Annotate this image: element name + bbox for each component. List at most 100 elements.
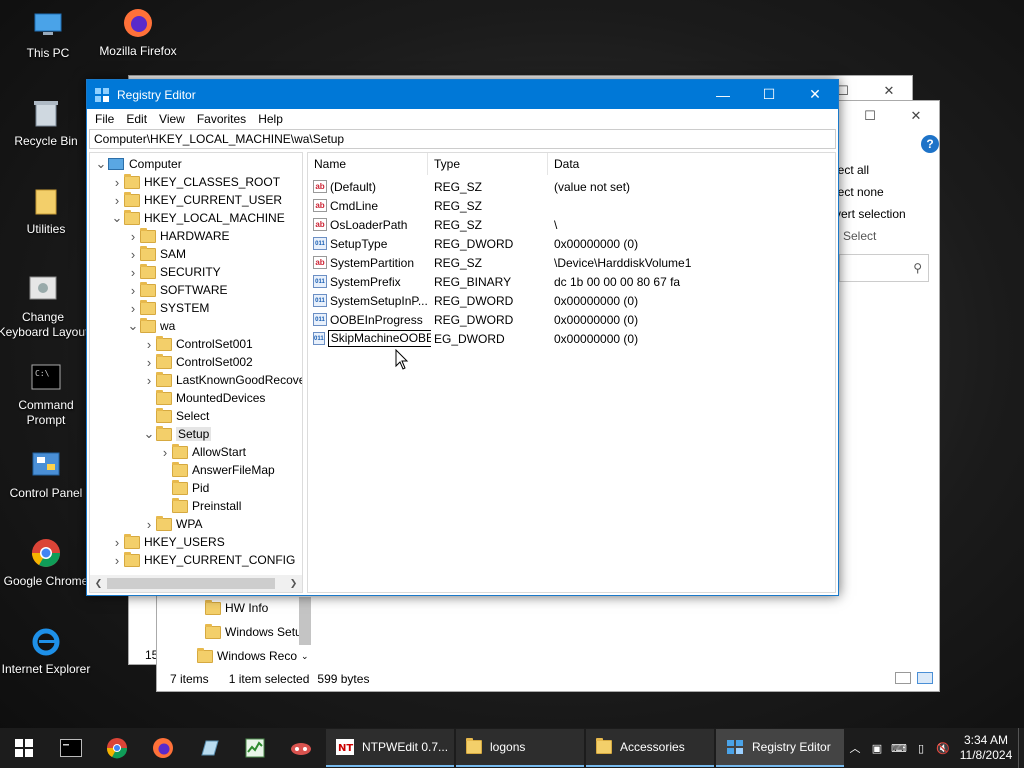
taskbar-notepad[interactable]	[186, 728, 232, 768]
search-box[interactable]: ⚲	[839, 254, 929, 282]
desktop-icon-firefox[interactable]: Mozilla Firefox	[90, 6, 186, 59]
chevron-right-icon[interactable]: ›	[126, 265, 140, 280]
scroll-track[interactable]	[107, 578, 285, 589]
chevron-down-icon[interactable]: ⌄	[142, 426, 156, 442]
tree-node[interactable]: Select	[142, 407, 209, 425]
chevron-right-icon[interactable]: ›	[142, 355, 156, 370]
menu-help[interactable]: Help	[252, 112, 289, 126]
clock[interactable]: 3:34 AM 11/8/2024	[954, 733, 1018, 763]
tree-node[interactable]: › WPA	[142, 515, 202, 533]
tree-node[interactable]: › HKEY_USERS	[110, 533, 225, 551]
desktop-icon-utilities[interactable]: Utilities	[0, 184, 94, 237]
chevron-right-icon[interactable]: ›	[110, 193, 124, 208]
chevron-right-icon[interactable]: ›	[142, 337, 156, 352]
tree-node[interactable]: › HKEY_CURRENT_USER	[110, 191, 282, 209]
taskbar-task-accessories[interactable]: Accessories	[586, 729, 714, 767]
chevron-right-icon[interactable]: ›	[110, 553, 124, 568]
maximize-button[interactable]: ☐	[746, 80, 792, 109]
tree-node[interactable]: › SAM	[126, 245, 186, 263]
taskbar-command-prompt[interactable]	[48, 728, 94, 768]
usb-icon[interactable]: ▯	[912, 742, 930, 755]
title-bar[interactable]: Registry Editor — ☐ ✕	[87, 80, 838, 109]
close-button[interactable]: ✕	[792, 80, 838, 109]
chevron-right-icon[interactable]: ›	[142, 373, 156, 388]
close-icon[interactable]: ✕	[893, 101, 939, 131]
address-bar[interactable]: Computer\HKEY_LOCAL_MACHINE\wa\Setup	[89, 129, 836, 149]
tree-node[interactable]: › HKEY_CURRENT_CONFIG	[110, 551, 295, 569]
chevron-down-icon[interactable]: ⌄	[126, 318, 140, 334]
taskbar-snipping-tool[interactable]	[278, 728, 324, 768]
tree-node[interactable]: ⌄ HKEY_LOCAL_MACHINE	[110, 209, 285, 227]
tree-node[interactable]: ⌄ Computer	[94, 155, 182, 173]
tree-node[interactable]: › AllowStart	[158, 443, 246, 461]
keyboard-icon[interactable]: ⌨	[890, 742, 908, 755]
invert-selection-button[interactable]: vert selection	[835, 203, 906, 225]
taskbar-firefox[interactable]	[140, 728, 186, 768]
chevron-right-icon[interactable]: ›	[126, 229, 140, 244]
desktop-icon-internet-explorer[interactable]: Internet Explorer	[0, 624, 94, 677]
show-desktop-button[interactable]	[1018, 728, 1024, 768]
value-row[interactable]: 011 SetupType REG_DWORD 0x00000000 (0)	[308, 234, 835, 253]
chevron-right-icon[interactable]: ›	[110, 175, 124, 190]
select-all-button[interactable]: lect all	[835, 159, 906, 181]
desktop-icon-google-chrome[interactable]: Google Chrome	[0, 536, 94, 589]
large-icons-view-icon[interactable]	[917, 672, 933, 684]
desktop-icon-command-prompt[interactable]: C:\ Command Prompt	[0, 360, 94, 428]
tree-node[interactable]: ⌄ wa	[126, 317, 175, 335]
nav-scrollbar[interactable]	[299, 597, 311, 645]
desktop-icon-control-panel[interactable]: Control Panel	[0, 448, 94, 501]
taskbar-task-logons[interactable]: logons	[456, 729, 584, 767]
minimize-button[interactable]: —	[700, 80, 746, 109]
chevron-right-icon[interactable]: ›	[110, 535, 124, 550]
tree-node[interactable]: › ControlSet002	[142, 353, 253, 371]
key-tree[interactable]: ⌄ Computer › HKEY_CLASSES_ROOT › HKEY_CURRENT…	[89, 152, 303, 593]
value-row[interactable]: ab SystemPartition REG_SZ \Device\HarddiskV…	[308, 253, 835, 272]
desktop-icon-this-pc[interactable]: This PC	[0, 8, 96, 61]
show-hidden-icons-icon[interactable]: ︿	[846, 740, 864, 756]
nav-item[interactable]: HW Info	[205, 599, 268, 615]
chevron-right-icon[interactable]: ›	[158, 445, 172, 460]
value-row[interactable]: ab CmdLine REG_SZ	[308, 196, 835, 215]
nav-item[interactable]: Windows Reco ⌄	[197, 647, 309, 663]
scroll-thumb[interactable]	[107, 578, 275, 589]
desktop-icon-change-keyboard-layout[interactable]: Change Keyboard Layout	[0, 272, 90, 340]
tree-node[interactable]: › LastKnownGoodRecove	[142, 371, 302, 389]
column-header-data[interactable]: Data	[548, 153, 748, 175]
maximize-icon[interactable]: ☐	[847, 101, 893, 131]
column-header-type[interactable]: Type	[428, 153, 548, 175]
scroll-left-icon[interactable]: ❮	[90, 578, 107, 589]
chevron-down-icon[interactable]: ⌄	[94, 156, 108, 172]
chevron-right-icon[interactable]: ›	[126, 247, 140, 262]
chevron-right-icon[interactable]: ›	[126, 283, 140, 298]
chevron-down-icon[interactable]: ⌄	[110, 210, 124, 226]
value-row[interactable]: 011 OOBEInProgress REG_DWORD 0x00000000 (0)	[308, 310, 835, 329]
display-icon[interactable]: ▣	[868, 742, 886, 755]
tree-horizontal-scrollbar[interactable]: ❮ ❯	[90, 575, 302, 592]
taskbar-task-registry-editor[interactable]: Registry Editor	[716, 729, 844, 767]
start-button[interactable]	[0, 728, 48, 768]
menu-view[interactable]: View	[153, 112, 191, 126]
details-view-icon[interactable]	[895, 672, 911, 684]
tree-node[interactable]: MountedDevices	[142, 389, 265, 407]
tree-node[interactable]: › HKEY_CLASSES_ROOT	[110, 173, 280, 191]
tree-node[interactable]: Preinstall	[158, 497, 241, 515]
menu-edit[interactable]: Edit	[120, 112, 153, 126]
taskbar-chrome[interactable]	[94, 728, 140, 768]
select-none-button[interactable]: lect none	[835, 181, 906, 203]
tree-node[interactable]: Pid	[158, 479, 209, 497]
tree-node[interactable]: › SYSTEM	[126, 299, 209, 317]
value-row[interactable]: ab (Default) REG_SZ (value not set)	[308, 177, 835, 196]
taskbar-task-ntpwedit[interactable]: NT NTPWEdit 0.7...	[326, 729, 454, 767]
menu-favorites[interactable]: Favorites	[191, 112, 252, 126]
values-list[interactable]: Name Type Data ab (Default) REG_SZ (value n…	[307, 152, 836, 593]
tree-node[interactable]: ⌄ Setup	[142, 425, 212, 443]
tree-node[interactable]: AnswerFileMap	[158, 461, 275, 479]
value-row[interactable]: 011 SystemSetupInP... REG_DWORD 0x00000000 …	[308, 291, 835, 310]
menu-file[interactable]: File	[89, 112, 120, 126]
nav-item[interactable]: Windows Setu	[205, 623, 302, 639]
scroll-right-icon[interactable]: ❯	[285, 578, 302, 589]
chevron-right-icon[interactable]: ›	[142, 517, 156, 532]
tree-node[interactable]: › SECURITY	[126, 263, 221, 281]
chevron-right-icon[interactable]: ›	[126, 301, 140, 316]
tree-node[interactable]: › SOFTWARE	[126, 281, 228, 299]
